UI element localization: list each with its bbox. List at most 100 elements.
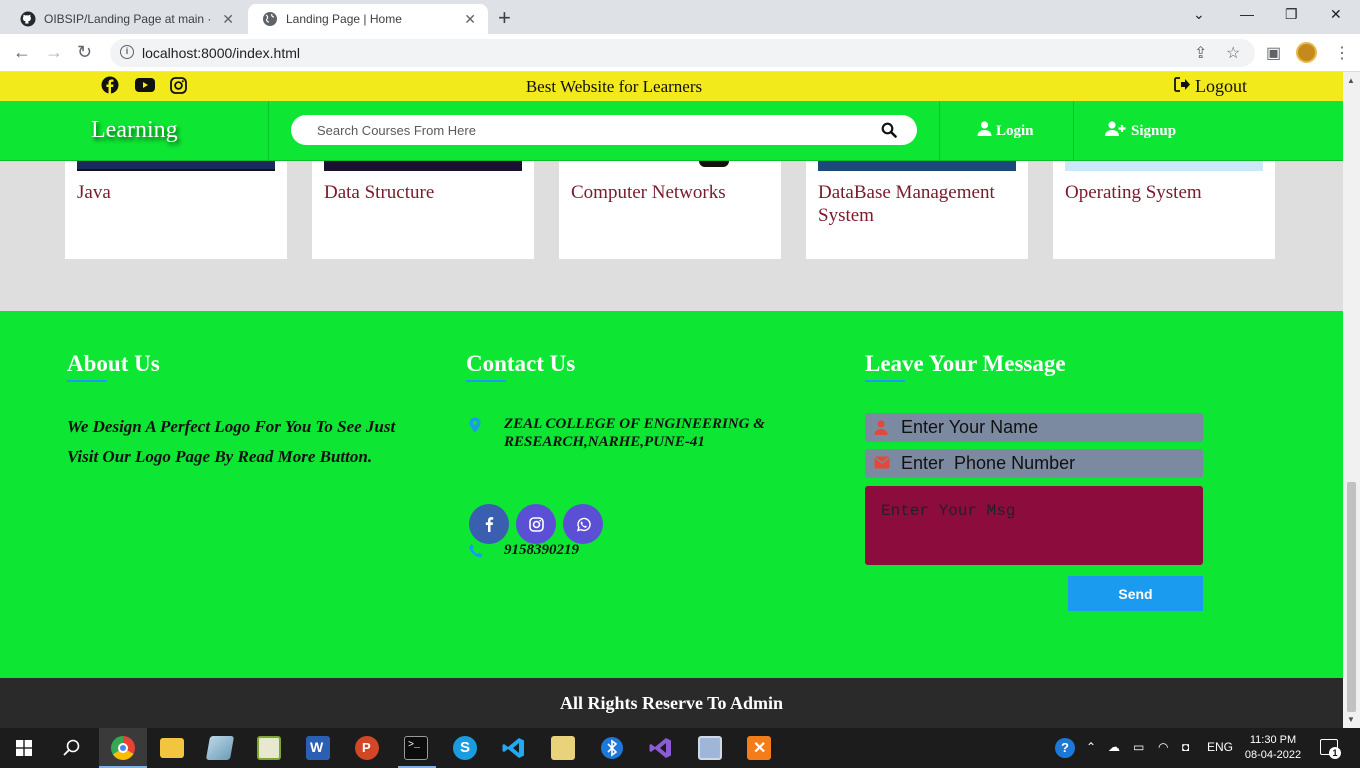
globe-icon: [262, 11, 278, 27]
name-input[interactable]: [901, 416, 1191, 438]
tray-expand-icon[interactable]: ⌃: [1086, 740, 1096, 754]
send-button[interactable]: Send: [1068, 576, 1203, 611]
nav-divider: [268, 101, 269, 161]
tab-title: OIBSIP/Landing Page at main · Al: [44, 12, 214, 26]
clock-date: 08-04-2022: [1244, 749, 1302, 761]
signup-link[interactable]: Signup: [1105, 121, 1176, 141]
nav-divider: [1073, 101, 1074, 161]
sign-out-icon: [1174, 76, 1191, 97]
top-bar: Best Website for Learners Logout: [0, 72, 1343, 101]
minimize-icon[interactable]: —: [1240, 6, 1254, 22]
network-app-icon[interactable]: [698, 736, 722, 760]
webcam-icon[interactable]: ◘: [1182, 740, 1189, 754]
user-plus-icon: [1105, 121, 1127, 141]
search-input[interactable]: [317, 120, 857, 140]
course-card-computer-networks[interactable]: Computer Networks: [559, 161, 781, 259]
heading-underline: [67, 380, 107, 382]
copyright-text: All Rights Reserve To Admin: [559, 693, 784, 713]
address-text: ZEAL COLLEGE OF ENGINEERING & RESEARCH,N…: [504, 416, 765, 450]
new-tab-icon[interactable]: +: [498, 5, 511, 31]
footer-whatsapp-icon[interactable]: [563, 504, 603, 544]
course-title: Data Structure: [324, 182, 435, 203]
chrome-icon[interactable]: [111, 736, 135, 760]
forward-icon[interactable]: →: [45, 42, 63, 63]
nav-divider: [939, 101, 940, 161]
heading-underline: [466, 380, 506, 382]
course-card-data-structure[interactable]: Data Structure: [312, 161, 534, 259]
windows-start-icon[interactable]: [16, 740, 32, 756]
help-icon[interactable]: ?: [1055, 738, 1075, 758]
wifi-icon[interactable]: ◠: [1158, 740, 1168, 754]
powerpoint-icon[interactable]: P: [355, 736, 379, 760]
clock-time: 11:30 PM: [1249, 734, 1297, 746]
url-text: localhost:8000/index.html: [142, 45, 300, 61]
visual-studio-icon[interactable]: [649, 736, 673, 760]
browser-addressbar: ← → ↻ i localhost:8000/index.html ⇪ ☆ ▣ …: [0, 34, 1360, 72]
tab-search-icon[interactable]: ⌄: [1193, 6, 1205, 23]
snipping-tool-icon[interactable]: [551, 736, 575, 760]
share-icon[interactable]: ⇪: [1194, 43, 1207, 63]
signup-label: Signup: [1131, 122, 1177, 139]
brand-logo[interactable]: Learning: [91, 117, 178, 144]
page-scrollbar[interactable]: ▲ ▼: [1343, 72, 1360, 728]
course-card-java[interactable]: Java: [65, 161, 287, 259]
skype-icon[interactable]: S: [453, 736, 477, 760]
battery-icon[interactable]: ▭: [1133, 740, 1144, 754]
course-title: DataBase Management System: [818, 182, 995, 226]
course-card-operating-system[interactable]: Operating System: [1053, 161, 1275, 259]
close-tab-icon[interactable]: ✕: [222, 11, 234, 28]
tab-title: Landing Page | Home: [286, 12, 402, 26]
close-window-icon[interactable]: ✕: [1330, 6, 1342, 23]
profile-avatar[interactable]: [1296, 42, 1317, 63]
xampp-icon[interactable]: ✕: [747, 736, 771, 760]
phone-text: 9158390219: [504, 542, 579, 558]
terminal-icon[interactable]: >_: [404, 736, 428, 760]
taskbar-search-icon[interactable]: [63, 739, 80, 761]
copyright-bar: All Rights Reserve To Admin: [0, 678, 1343, 728]
phone-icon: [468, 543, 484, 559]
bluetooth-icon[interactable]: [600, 736, 624, 760]
language-indicator[interactable]: ENG: [1207, 740, 1233, 754]
message-heading: Leave Your Message: [865, 351, 1066, 376]
contact-phone: 9158390219: [468, 541, 804, 559]
bookmark-star-icon[interactable]: ☆: [1226, 43, 1240, 63]
course-title: Java: [77, 182, 111, 203]
browser-tab-landing[interactable]: Landing Page | Home ✕: [248, 4, 488, 34]
browser-tabbar: OIBSIP/Landing Page at main · Al ✕ Landi…: [0, 0, 1360, 34]
menu-kebab-icon[interactable]: ⋮: [1334, 43, 1350, 63]
user-icon: [977, 121, 992, 141]
file-explorer-icon[interactable]: [160, 738, 184, 758]
system-clock[interactable]: 11:30 PM 08-04-2022: [1240, 733, 1306, 763]
browser-tab-github[interactable]: OIBSIP/Landing Page at main · Al ✕: [6, 4, 246, 34]
back-icon[interactable]: ←: [13, 42, 31, 63]
course-card-dbms[interactable]: DataBase Management System: [806, 161, 1028, 259]
logout-button[interactable]: Logout: [1174, 76, 1247, 97]
course-image: [324, 161, 522, 171]
vscode-icon[interactable]: [502, 736, 526, 760]
scroll-thumb[interactable]: [1347, 482, 1356, 712]
search-icon[interactable]: [881, 122, 897, 138]
restore-icon[interactable]: ❐: [1285, 6, 1298, 23]
side-panel-icon[interactable]: ▣: [1266, 43, 1281, 63]
scroll-down-icon[interactable]: ▼: [1347, 715, 1355, 724]
close-tab-icon[interactable]: ✕: [464, 11, 476, 28]
phone-input[interactable]: [901, 452, 1191, 474]
reload-icon[interactable]: ↻: [77, 42, 92, 63]
word-icon[interactable]: W: [306, 736, 330, 760]
windows-taskbar: W P >_ S ✕ ? ⌃ ☁ ▭ ◠ ◘ ENG 11:30 PM 08-0…: [0, 728, 1360, 768]
cloud-sync-icon[interactable]: ☁: [1108, 740, 1120, 754]
main-navbar: Learning Login Signup: [0, 101, 1343, 161]
heading-underline: [865, 380, 905, 382]
footer-facebook-icon[interactable]: [469, 504, 509, 544]
site-info-icon[interactable]: i: [120, 45, 134, 59]
notes-app-icon[interactable]: [205, 736, 235, 760]
login-link[interactable]: Login: [977, 121, 1034, 141]
user-icon: [874, 420, 890, 436]
omnibox[interactable]: i localhost:8000/index.html: [110, 39, 1255, 67]
message-textarea[interactable]: [881, 502, 1191, 552]
scroll-up-icon[interactable]: ▲: [1347, 76, 1355, 85]
footer-instagram-icon[interactable]: [516, 504, 556, 544]
notepad-plus-icon[interactable]: [257, 736, 281, 760]
course-image: [818, 161, 1016, 171]
course-image: [1065, 161, 1263, 171]
